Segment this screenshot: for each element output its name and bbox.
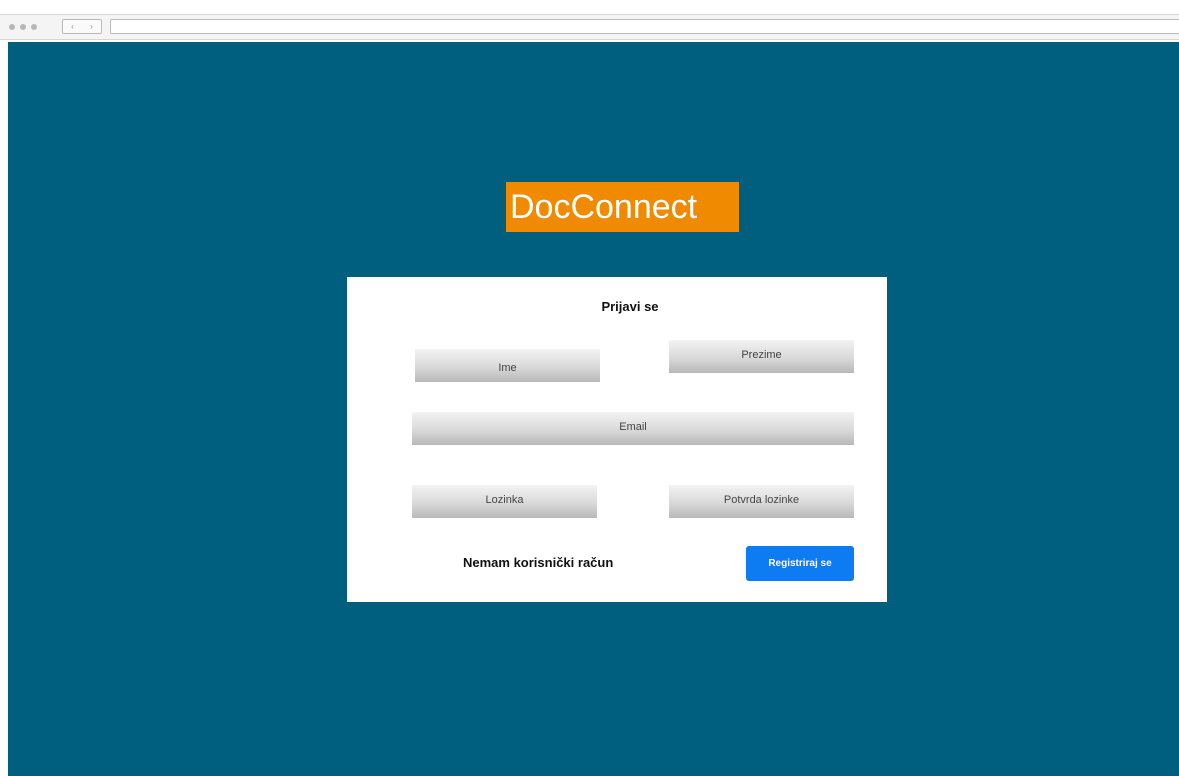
first-name-field[interactable]: Ime [415, 349, 600, 382]
nav-buttons: ‹ › [62, 19, 102, 34]
window-controls [9, 24, 37, 30]
forward-arrow-icon[interactable]: › [90, 22, 93, 31]
app-logo: DocConnect [506, 182, 739, 232]
form-title: Prijavi se [601, 299, 659, 314]
email-field[interactable]: Email [412, 412, 854, 445]
register-button[interactable]: Registriraj se [746, 546, 854, 581]
address-bar[interactable] [110, 19, 1179, 34]
registration-card: Prijavi se Ime Prezime Email Lozinka Pot… [347, 277, 887, 602]
browser-chrome: ‹ › [0, 0, 1179, 42]
close-window-icon[interactable] [9, 24, 15, 30]
confirm-password-field[interactable]: Potvrda lozinke [669, 485, 854, 518]
password-field[interactable]: Lozinka [412, 485, 597, 518]
page-viewport: DocConnect Prijavi se Ime Prezime Email … [8, 42, 1179, 776]
browser-toolbar: ‹ › [0, 14, 1179, 40]
no-account-text: Nemam korisnički račun [463, 555, 614, 570]
back-arrow-icon[interactable]: ‹ [71, 22, 74, 31]
minimize-window-icon[interactable] [20, 24, 26, 30]
maximize-window-icon[interactable] [31, 24, 37, 30]
last-name-field[interactable]: Prezime [669, 340, 854, 373]
